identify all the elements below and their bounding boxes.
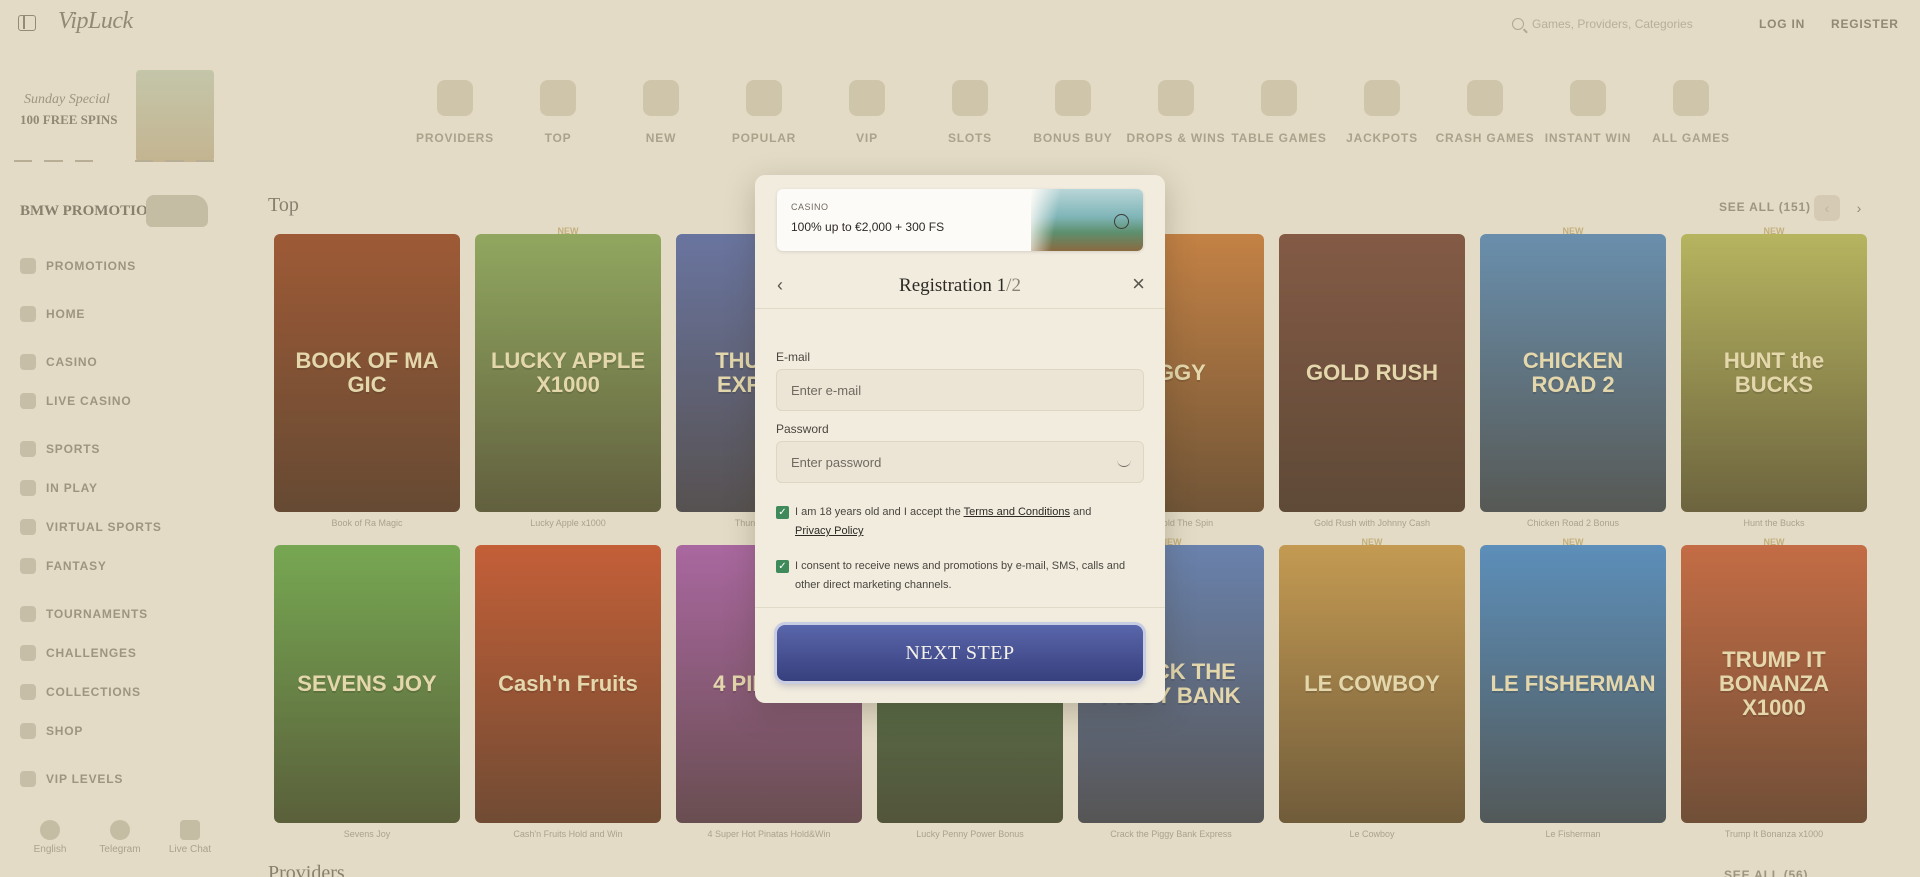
marketing-consent-text: I consent to receive news and promotions… [795, 560, 1126, 591]
terms-consent-row: ✓ I am 18 years old and I accept the Ter… [776, 503, 1146, 541]
email-label: E-mail [776, 350, 811, 364]
marketing-checkbox[interactable]: ✓ [776, 560, 789, 573]
email-field[interactable] [776, 369, 1144, 411]
modal-title-step: /2 [1006, 275, 1021, 296]
bonus-offer-card[interactable]: CASINO 100% up to €2,000 + 300 FS [777, 189, 1143, 251]
refresh-icon[interactable] [1114, 214, 1129, 229]
bonus-category: CASINO [791, 202, 829, 212]
terms-link[interactable]: Terms and Conditions [964, 506, 1070, 518]
close-button[interactable]: × [1132, 273, 1145, 295]
bonus-description: 100% up to €2,000 + 300 FS [791, 220, 945, 234]
modal-title: Registration 1/2 [755, 275, 1165, 297]
terms-prefix: I am 18 years old and I accept the [795, 506, 964, 518]
privacy-link[interactable]: Privacy Policy [795, 525, 863, 537]
next-step-button[interactable]: NEXT STEP [777, 625, 1143, 681]
marketing-consent-row: ✓ I consent to receive news and promotio… [776, 557, 1146, 595]
terms-and: and [1069, 506, 1092, 518]
terms-text: I am 18 years old and I accept the Terms… [795, 503, 1091, 541]
modal-divider [755, 607, 1165, 608]
close-icon: × [1132, 271, 1145, 296]
terms-checkbox[interactable]: ✓ [776, 506, 789, 519]
password-field[interactable] [776, 441, 1144, 483]
modal-header: ‹ Registration 1/2 × [755, 263, 1165, 309]
password-label: Password [776, 422, 829, 436]
modal-title-text: Registration 1 [899, 275, 1007, 296]
registration-modal: CASINO 100% up to €2,000 + 300 FS ‹ Regi… [755, 175, 1165, 703]
